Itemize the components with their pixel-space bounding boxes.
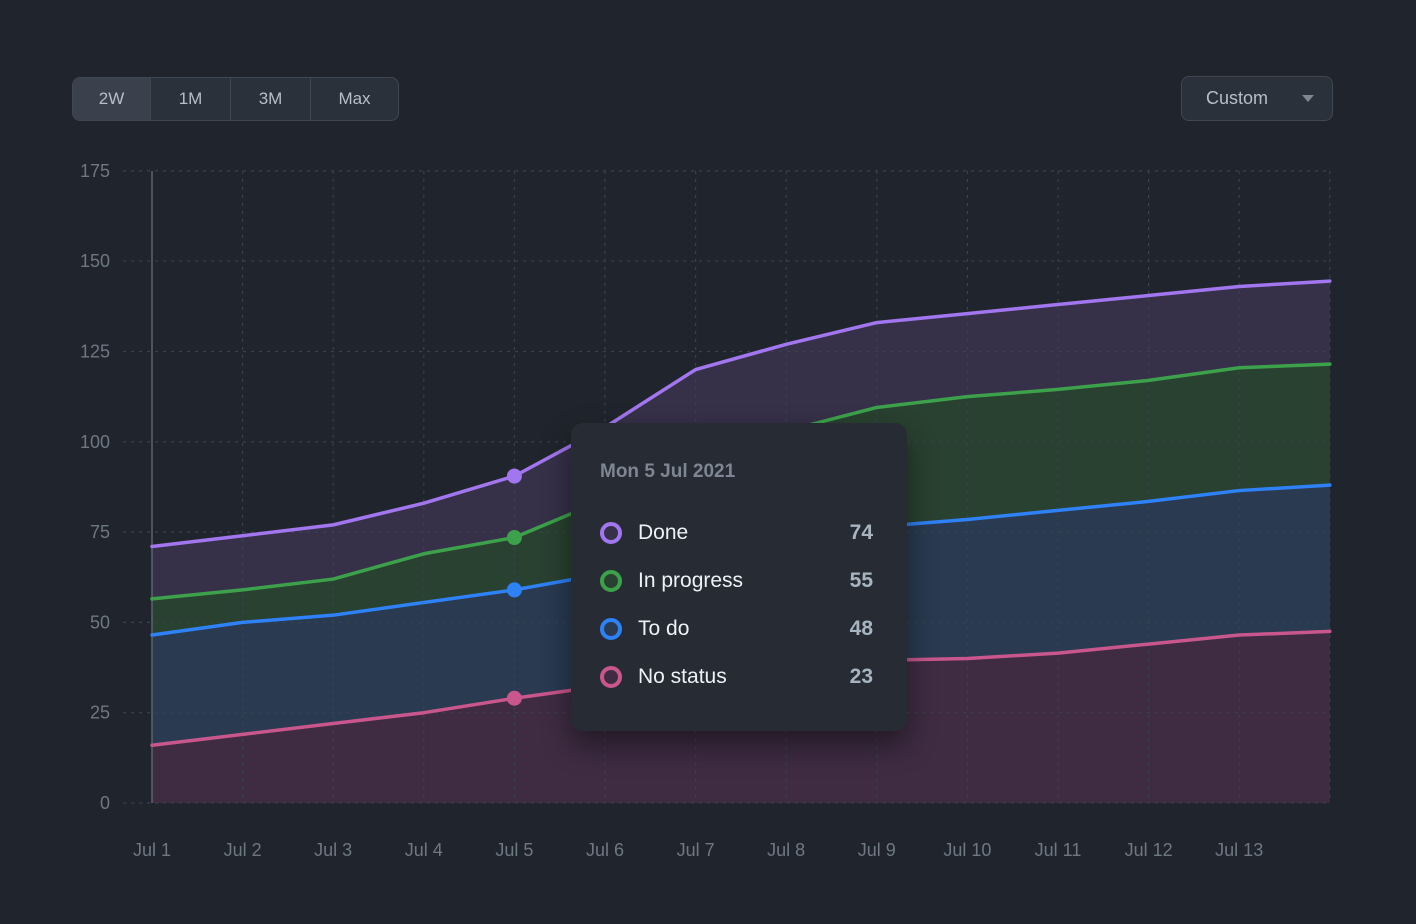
tooltip-date: Mon 5 Jul 2021 [600, 461, 873, 483]
y-tick-label-175: 175 [80, 161, 110, 181]
x-tick-label-jul-7: Jul 7 [677, 840, 715, 860]
y-tick-label-125: 125 [80, 342, 110, 362]
x-tick-label-jul-11: Jul 11 [1035, 840, 1082, 860]
x-tick-label-jul-10: Jul 10 [943, 840, 991, 860]
tooltip-label: To do [638, 617, 850, 641]
highlight-dot-to-do [507, 582, 522, 597]
tooltip-value: 74 [850, 521, 873, 545]
x-tick-label-jul-3: Jul 3 [314, 840, 352, 860]
tooltip-row-done: Done 74 [600, 509, 873, 557]
y-tick-label-150: 150 [80, 251, 110, 271]
tooltip-row-to-do: To do 48 [600, 605, 873, 653]
tooltip-label: In progress [638, 569, 850, 593]
in-progress-ring-icon [600, 570, 622, 592]
x-tick-label-jul-1: Jul 1 [133, 840, 171, 860]
y-tick-label-0: 0 [100, 793, 110, 813]
highlight-dot-no-status [507, 691, 522, 706]
x-tick-label-jul-8: Jul 8 [767, 840, 805, 860]
y-tick-label-100: 100 [80, 432, 110, 452]
y-tick-label-50: 50 [90, 612, 110, 632]
x-tick-label-jul-5: Jul 5 [495, 840, 533, 860]
chart-tooltip: Mon 5 Jul 2021 Done 74 In progress 55 To… [571, 423, 907, 731]
tooltip-label: Done [638, 521, 850, 545]
tooltip-row-in-progress: In progress 55 [600, 557, 873, 605]
y-tick-label-25: 25 [90, 703, 110, 723]
x-tick-label-jul-12: Jul 12 [1125, 840, 1173, 860]
x-tick-label-jul-4: Jul 4 [405, 840, 443, 860]
done-ring-icon [600, 522, 622, 544]
tooltip-row-no-status: No status 23 [600, 653, 873, 701]
highlight-dot-in-progress [507, 530, 522, 545]
tooltip-value: 23 [850, 665, 873, 689]
x-tick-label-jul-13: Jul 13 [1215, 840, 1263, 860]
insights-chart-page: 2W 1M 3M Max Custom 0255075100125150175J… [0, 0, 1416, 924]
x-tick-label-jul-2: Jul 2 [224, 840, 262, 860]
highlight-dot-done [507, 469, 522, 484]
tooltip-value: 48 [850, 617, 873, 641]
to-do-ring-icon [600, 618, 622, 640]
y-tick-label-75: 75 [90, 522, 110, 542]
tooltip-value: 55 [850, 569, 873, 593]
tooltip-label: No status [638, 665, 850, 689]
no-status-ring-icon [600, 666, 622, 688]
x-tick-label-jul-6: Jul 6 [586, 840, 624, 860]
x-tick-label-jul-9: Jul 9 [858, 840, 896, 860]
